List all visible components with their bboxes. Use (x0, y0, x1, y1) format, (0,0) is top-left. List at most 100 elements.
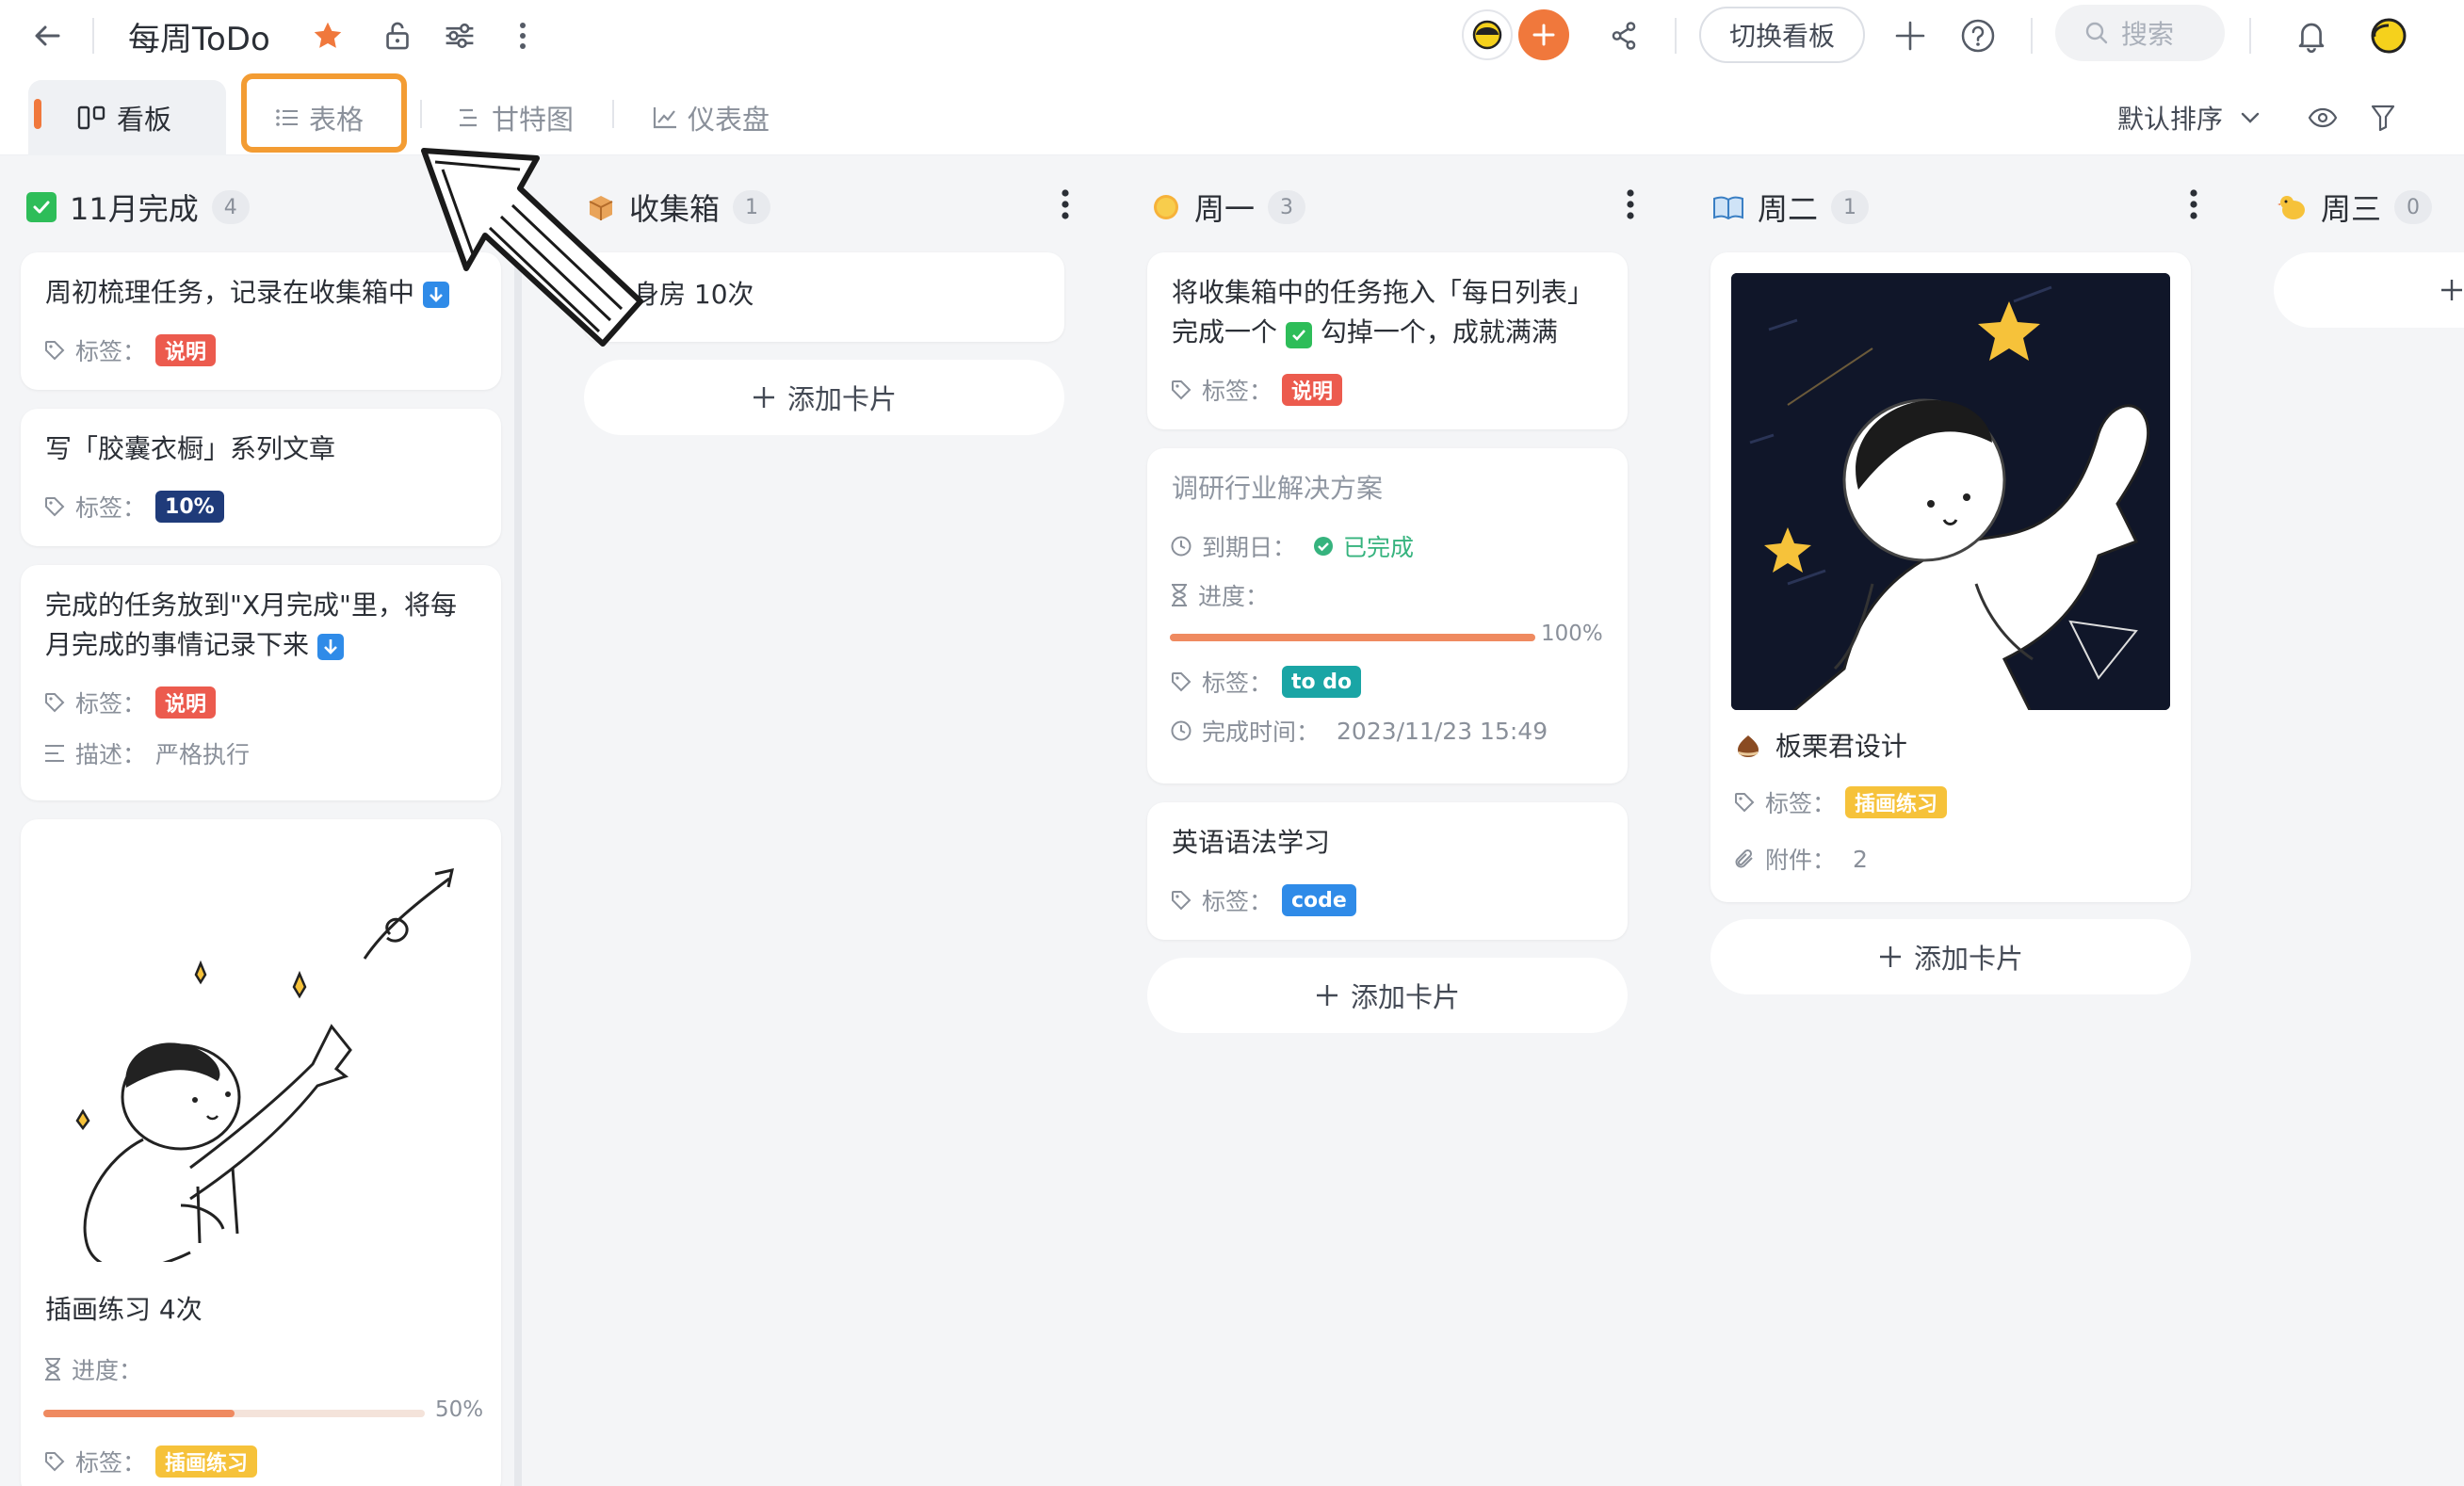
progress-field: 进度： (1170, 578, 1269, 612)
lock-icon[interactable] (377, 15, 418, 57)
attachment-label: 附件： (1765, 847, 1837, 874)
done-time-field: 完成时间： 2023/11/23 15:49 (1170, 714, 1548, 748)
tag-field: 标签： 插画练习 (43, 1445, 258, 1478)
tab-kanban[interactable]: 看板 (77, 89, 171, 146)
progress-bar (43, 1410, 425, 1417)
divider (420, 100, 422, 128)
card-title: 英语语法学习 (1172, 827, 1331, 858)
settings-sliders-icon[interactable] (439, 15, 480, 57)
add-card-label: 添加卡片 (786, 383, 897, 415)
tag-badge: 10% (155, 491, 224, 523)
column-more-icon[interactable] (1061, 188, 1079, 226)
progress-bar (1170, 634, 1535, 641)
progress-fill (1170, 634, 1535, 641)
card-count-badge: 0 (2394, 190, 2433, 224)
member-avatar[interactable] (1462, 9, 1513, 60)
divider (92, 18, 94, 54)
card-title-line: 将收集箱中的任务拖入「每日列表」 (1172, 277, 1595, 308)
tag-label: 标签： (75, 690, 147, 718)
checkbox-icon (1285, 322, 1312, 348)
active-tab-marker (34, 99, 41, 129)
tag-label: 标签： (75, 1449, 147, 1477)
bell-icon[interactable] (2291, 15, 2332, 57)
add-card-button[interactable]: 添加卡片 (1710, 919, 2191, 994)
add-card-label: 添加卡片 (1913, 943, 2023, 975)
tag-badge: code (1282, 884, 1356, 916)
tag-badge: 说明 (155, 334, 217, 366)
progress-label: 进度： (1198, 583, 1270, 610)
switch-board-button[interactable]: 切换看板 (1699, 7, 1865, 63)
plus-icon[interactable] (1889, 15, 1931, 57)
column-title: 周一 (1194, 191, 1256, 227)
clock-icon (1170, 535, 1192, 557)
back-arrow-icon[interactable] (28, 17, 66, 55)
highlight-frame (241, 73, 407, 153)
eye-icon[interactable] (2304, 99, 2342, 137)
card-title: 月完成的事情记录下来 (45, 625, 344, 665)
tab-label: 仪表盘 (688, 104, 770, 136)
tag-label: 标签： (75, 494, 147, 522)
card-title: 插画练习 4次 (45, 1294, 203, 1325)
tag-label: 标签： (1202, 378, 1273, 405)
task-card[interactable]: 将收集箱中的任务拖入「每日列表」 完成一个 勾掉一个，成就满满 标签： 说明 (1147, 252, 1628, 429)
column-more-icon[interactable] (2189, 188, 2208, 226)
help-icon[interactable] (1957, 15, 1999, 57)
task-card[interactable]: 写「胶囊衣橱」系列文章 标签： 10% (21, 409, 501, 546)
tag-field: 标签： 插画练习 (1733, 785, 1948, 819)
sort-label: 默认排序 (2117, 104, 2224, 135)
task-card[interactable]: 调研行业解决方案 到期日： 已完成 进度： 100% 标签： to do 完成时… (1147, 448, 1628, 783)
tag-icon (1170, 889, 1192, 912)
column-header-november-done[interactable]: 11月完成 4 (26, 184, 250, 231)
kanban-icon (77, 105, 107, 131)
divider (1675, 18, 1677, 54)
task-card[interactable]: 英语语法学习 标签： code (1147, 802, 1628, 940)
add-card-button[interactable]: 添加卡片 (1147, 958, 1628, 1033)
tag-field: 标签： to do (1170, 665, 1362, 699)
tab-dashboard[interactable]: 仪表盘 (652, 89, 770, 146)
pointer-arrow-annotation (414, 141, 659, 367)
down-arrow-icon (316, 634, 344, 660)
task-card[interactable]: 完成的任务放到"X月完成"里，将每 月完成的事情记录下来 标签： 说明 描述： … (21, 565, 501, 800)
tab-label: 看板 (117, 104, 172, 136)
tag-icon (1170, 670, 1192, 693)
filter-icon[interactable] (2364, 99, 2402, 137)
task-card[interactable]: 板栗君设计 标签： 插画练习 附件： 2 (1710, 252, 2191, 902)
add-member-button[interactable] (1518, 9, 1569, 60)
card-illustration (40, 848, 482, 1270)
sort-dropdown[interactable]: 默认排序 (2117, 89, 2261, 146)
column-header-wednesday[interactable]: 周三 0 (2278, 184, 2433, 231)
tag-badge: 插画练习 (1845, 786, 1948, 818)
more-vertical-icon[interactable] (509, 15, 537, 57)
progress-field: 进度： (43, 1352, 142, 1386)
card-count-badge: 1 (1831, 190, 1870, 224)
add-card-button[interactable] (2274, 252, 2464, 328)
board-title[interactable]: 每周ToDo (128, 13, 270, 59)
search-placeholder: 搜索 (2121, 19, 2175, 50)
card-cover-image (1731, 273, 2170, 710)
plus-icon (1315, 983, 1339, 1008)
tab-gantt[interactable]: 甘特图 (458, 89, 574, 146)
search-input[interactable]: 搜索 (2055, 5, 2225, 61)
divider (612, 100, 614, 128)
column-header-tuesday[interactable]: 周二 1 (1712, 184, 1870, 231)
card-count-badge: 4 (211, 190, 250, 224)
add-card-label: 添加卡片 (1350, 981, 1460, 1013)
tag-field: 标签： 说明 (1170, 373, 1343, 407)
tag-field: 标签： 说明 (43, 333, 217, 367)
task-card[interactable]: 插画练习 4次 进度： 50% 标签： 插画练习 (21, 819, 501, 1486)
tag-label: 标签： (1765, 790, 1837, 817)
tag-badge: 插画练习 (155, 1446, 258, 1478)
user-avatar[interactable] (2366, 13, 2411, 58)
share-icon[interactable] (1603, 15, 1645, 57)
card-title: 周初梳理任务，记录在收集箱中 (45, 273, 449, 313)
star-icon[interactable] (307, 15, 349, 57)
column-header-monday[interactable]: 周一 3 (1151, 184, 1306, 231)
card-title-line: 完成的任务放到"X月完成"里，将每 (45, 590, 457, 621)
book-icon (1712, 193, 1744, 221)
plus-icon (2440, 278, 2464, 302)
column-more-icon[interactable] (1626, 188, 1645, 226)
tag-field: 标签： code (1170, 883, 1356, 917)
tag-field: 标签： 10% (43, 490, 224, 524)
add-card-button[interactable]: 添加卡片 (584, 360, 1064, 435)
paperclip-icon (1733, 848, 1756, 870)
